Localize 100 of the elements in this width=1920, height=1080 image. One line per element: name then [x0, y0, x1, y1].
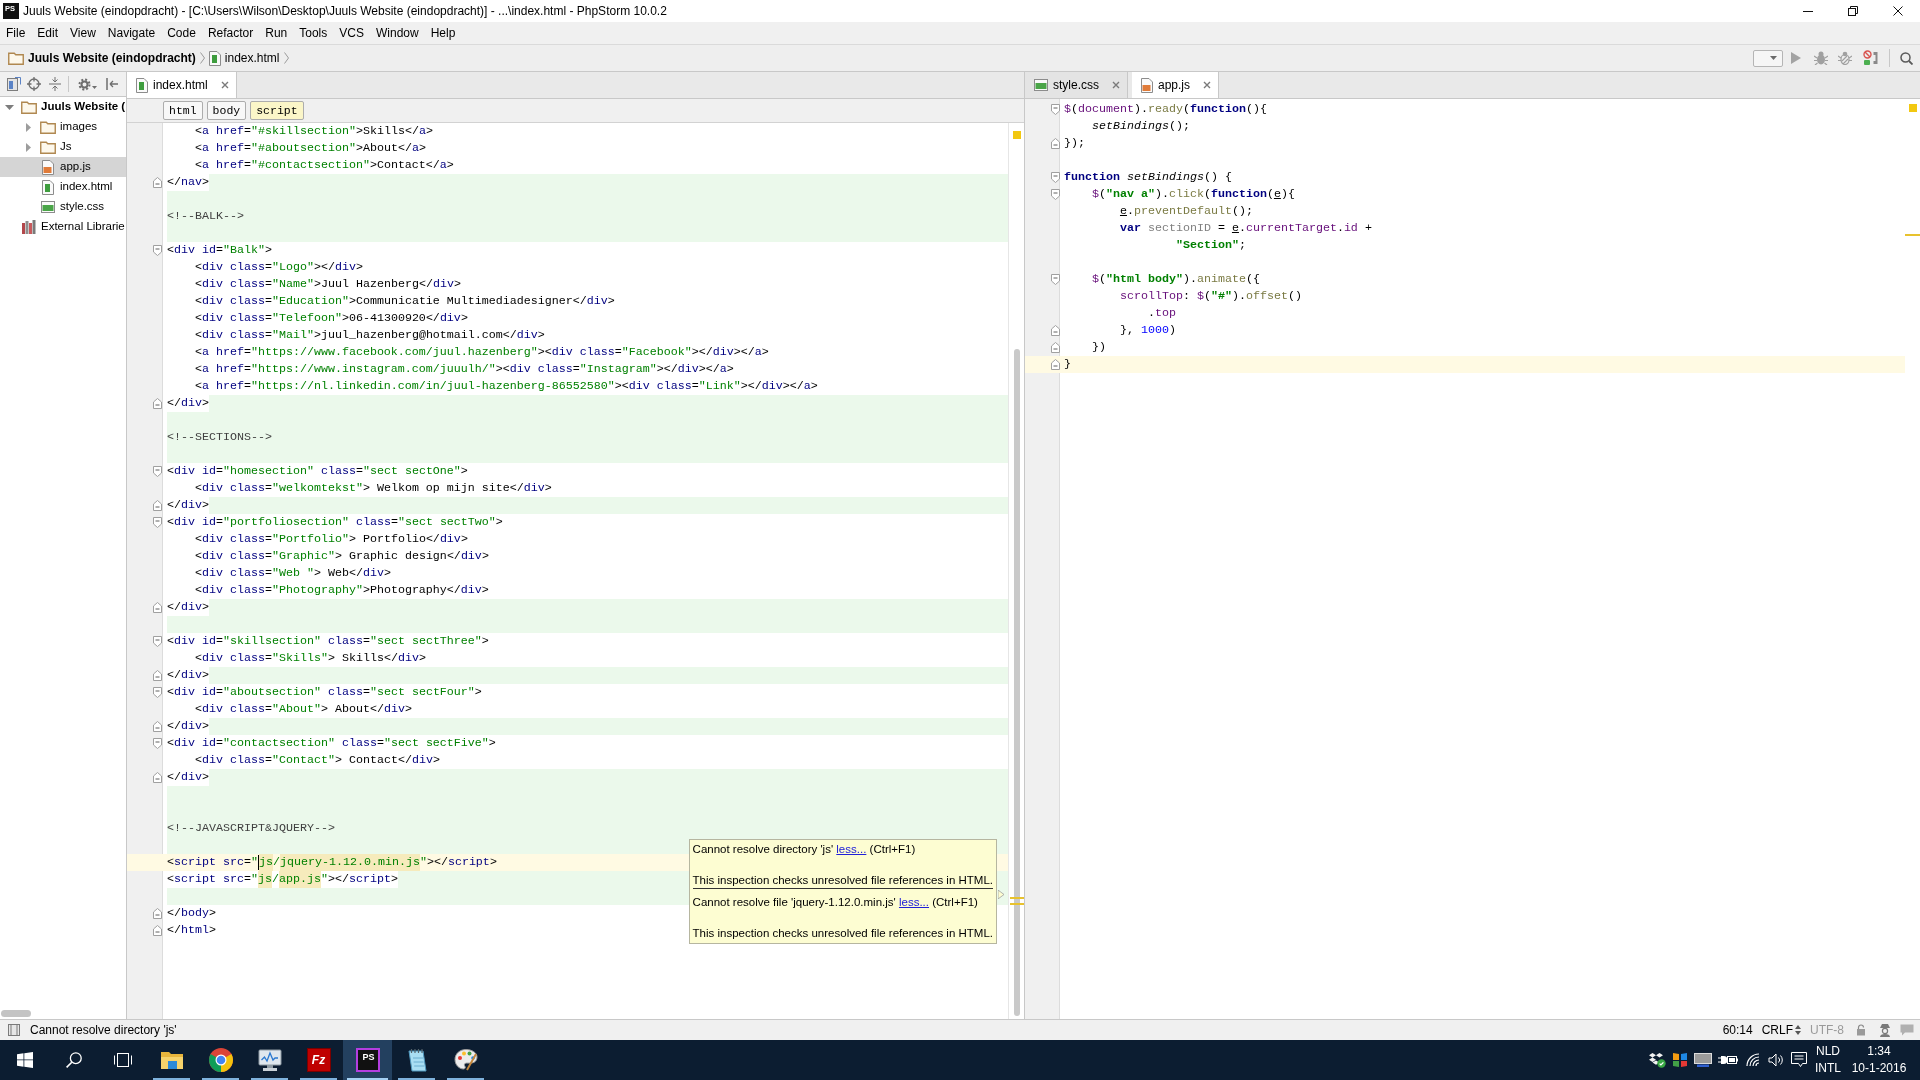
folder-icon — [40, 120, 56, 134]
problem-description: This inspection checks unresolved file references in HTML. — [692, 873, 993, 888]
fold-icon[interactable] — [153, 772, 162, 783]
fold-icon[interactable] — [153, 500, 162, 511]
fold-icon[interactable] — [1051, 325, 1060, 336]
gear-icon[interactable] — [78, 77, 91, 91]
speech-bubble-icon[interactable] — [1900, 1024, 1914, 1036]
search-icon[interactable] — [1900, 51, 1913, 65]
fold-icon[interactable] — [153, 721, 162, 732]
fold-icon[interactable] — [1051, 172, 1060, 183]
fold-icon[interactable] — [1051, 189, 1060, 200]
details-link[interactable]: less... — [898, 896, 929, 908]
box-check-icon[interactable] — [1648, 1052, 1666, 1068]
fold-icon[interactable] — [153, 466, 162, 477]
crosshair-icon[interactable] — [27, 77, 41, 91]
nav-crumb[interactable]: index.html — [204, 45, 284, 71]
bug-icon[interactable] — [1814, 51, 1828, 65]
clock-date[interactable]: 10-1-2016 — [1851, 1060, 1907, 1077]
menu-item[interactable]: File — [0, 22, 32, 44]
editor-tab[interactable]: index.html — [127, 72, 237, 98]
play-icon[interactable] — [1791, 52, 1801, 64]
frame-icon[interactable] — [8, 1024, 20, 1036]
squares-icon[interactable] — [1672, 1052, 1688, 1068]
scrollbar-thumb[interactable] — [1014, 349, 1020, 1016]
scrollbar-thumb[interactable] — [1, 1009, 31, 1017]
menu-item[interactable]: VCS — [333, 22, 370, 44]
tag-breadcrumb[interactable]: script — [250, 101, 304, 120]
close-icon[interactable] — [220, 81, 229, 89]
nav-crumb[interactable]: Juuls Website (eindopdracht) — [8, 45, 200, 71]
taskbar-button[interactable]: PS — [343, 1040, 392, 1080]
tag-breadcrumb[interactable]: body — [206, 101, 247, 120]
keyboard-layout[interactable]: INTL — [1815, 1060, 1841, 1077]
volume-icon[interactable] — [1768, 1053, 1784, 1067]
tree-item[interactable]: Juuls Website ( — [0, 97, 126, 117]
run-configuration-dropdown[interactable] — [1753, 49, 1783, 67]
tree-item[interactable]: style.css — [0, 197, 126, 217]
line-separator[interactable]: CRLF — [1761, 1021, 1801, 1039]
code-line: <!--JAVASCRIPT&JQUERY--> — [167, 820, 335, 837]
menu-item[interactable]: View — [64, 22, 102, 44]
close-icon[interactable] — [1203, 81, 1212, 89]
menu-item[interactable]: Window — [369, 22, 425, 44]
fold-icon[interactable] — [153, 687, 162, 698]
fold-icon[interactable] — [153, 177, 162, 188]
menu-item[interactable]: Code — [161, 22, 202, 44]
hide-icon[interactable] — [106, 78, 118, 90]
fold-icon[interactable] — [1051, 138, 1060, 149]
lock-icon[interactable] — [1856, 1024, 1866, 1036]
menu-item[interactable]: Run — [259, 22, 294, 44]
menu-item[interactable]: Tools — [293, 22, 334, 44]
fold-icon[interactable] — [1051, 104, 1060, 115]
battery-icon[interactable] — [1718, 1054, 1738, 1066]
wifi-icon[interactable] — [1746, 1053, 1760, 1067]
panel-icon[interactable] — [7, 77, 21, 91]
code-line: <div id="homesection" class="sect sectOne"> — [167, 463, 468, 480]
editor-tab[interactable]: app.js — [1132, 72, 1220, 98]
caret-icon[interactable] — [92, 85, 97, 89]
arrow-right-icon[interactable] — [25, 142, 31, 152]
collapse-icon[interactable] — [49, 77, 61, 91]
menu-item[interactable]: Edit — [31, 22, 65, 44]
input-language[interactable]: NLD — [1816, 1043, 1840, 1060]
fold-icon[interactable] — [153, 925, 162, 936]
fold-icon[interactable] — [153, 602, 162, 613]
fold-icon[interactable] — [153, 738, 162, 749]
editor-tab[interactable]: style.css — [1025, 72, 1128, 98]
tree-item[interactable]: app.js — [0, 157, 126, 177]
html-file-icon — [136, 77, 148, 93]
arrow-right-icon[interactable] — [25, 122, 31, 132]
menu-item[interactable]: Help — [424, 22, 462, 44]
hatched-bug-icon[interactable] — [1838, 51, 1852, 65]
notification-icon[interactable] — [1791, 1052, 1807, 1068]
fold-icon[interactable] — [1051, 359, 1060, 370]
caret-position[interactable]: 60:14 — [1722, 1021, 1753, 1039]
close-icon[interactable] — [1112, 81, 1120, 89]
ban-handset-icon[interactable] — [1863, 50, 1879, 66]
code-line: "Section"; — [1174, 237, 1246, 254]
tree-item[interactable]: index.html — [0, 177, 126, 197]
tree-item[interactable]: External Librarie — [0, 217, 126, 237]
fold-icon[interactable] — [153, 245, 162, 256]
details-link[interactable]: less... — [836, 843, 867, 855]
folder-icon — [8, 51, 24, 65]
arrow-down-icon[interactable] — [4, 104, 14, 110]
tree-item[interactable]: Js — [0, 137, 126, 157]
menu-item[interactable]: Navigate — [101, 22, 162, 44]
code-line: <div class="welkomtekst"> Welkom op mijn site</div> — [194, 480, 552, 497]
fold-icon[interactable] — [153, 670, 162, 681]
fold-icon[interactable] — [153, 517, 162, 528]
hat-figure-icon[interactable] — [1878, 1023, 1892, 1037]
taskbar-button[interactable]: Fz — [294, 1040, 343, 1080]
monitor-icon[interactable] — [1694, 1053, 1712, 1067]
fold-icon[interactable] — [153, 908, 162, 919]
fold-icon[interactable] — [1051, 342, 1060, 353]
code-line: <div class="Graphic"> Graphic design</div> — [194, 548, 489, 565]
fold-icon[interactable] — [153, 636, 162, 647]
clock-time[interactable]: 1:34 — [1867, 1043, 1891, 1060]
fold-icon[interactable] — [1051, 274, 1060, 285]
fold-icon[interactable] — [153, 398, 162, 409]
tag-breadcrumb[interactable]: html — [163, 101, 203, 120]
updown-arrows-icon — [1795, 1025, 1801, 1035]
menu-item[interactable]: Refactor — [201, 22, 260, 44]
tree-item[interactable]: images — [0, 117, 126, 137]
